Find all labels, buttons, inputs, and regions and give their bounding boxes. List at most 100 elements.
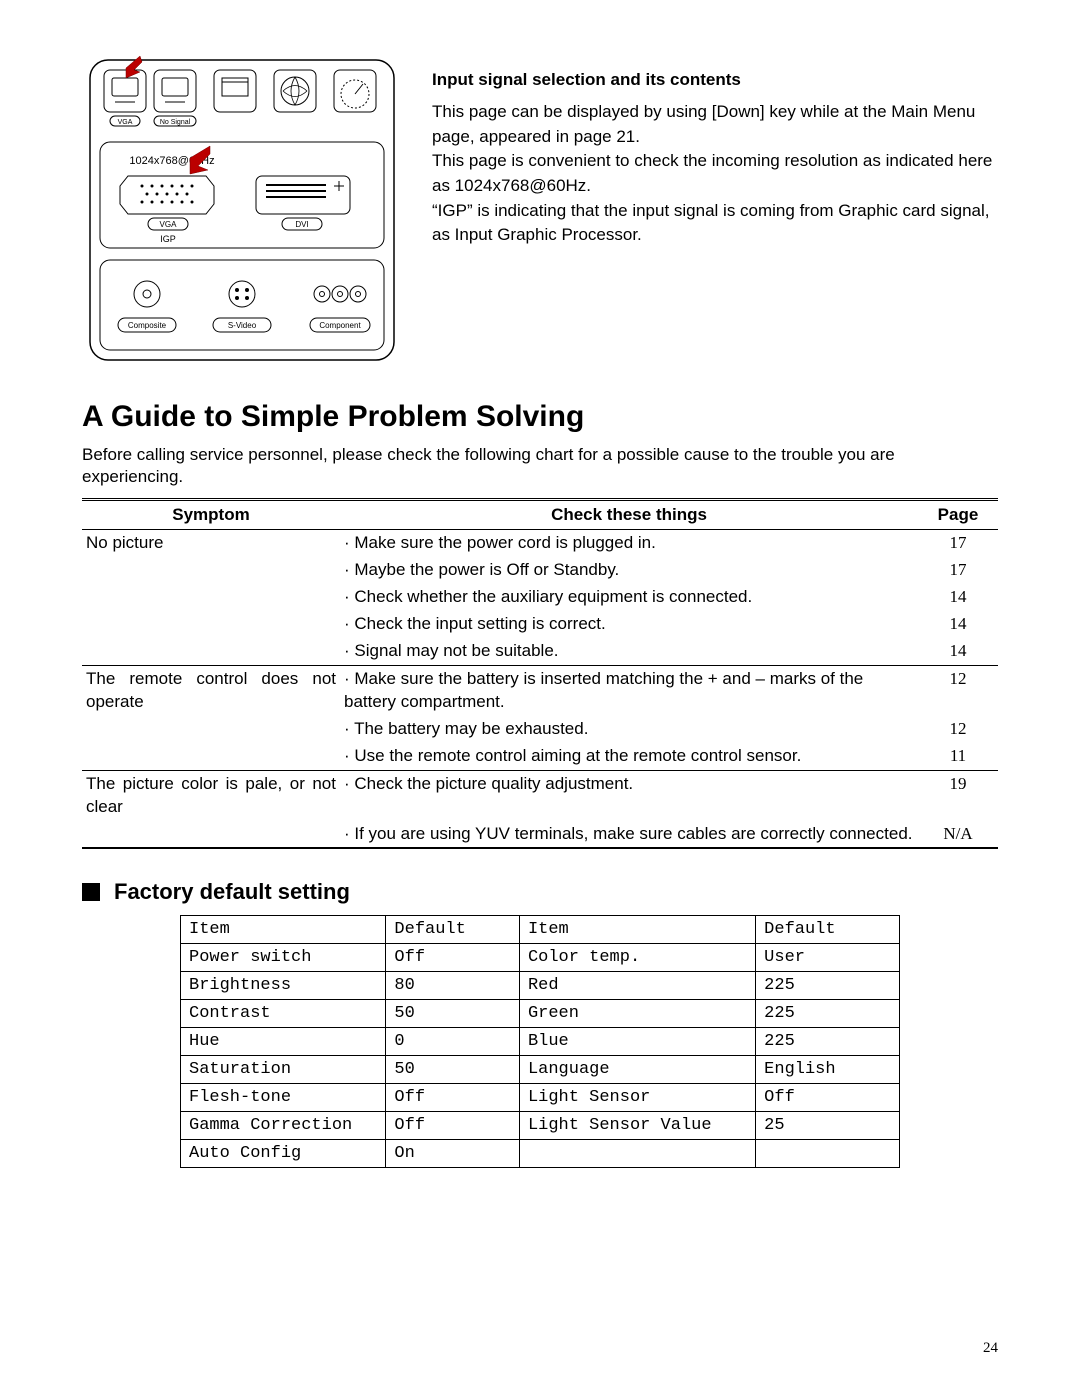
trouble-table: Symptom Check these things Page No pictu… — [82, 498, 998, 849]
def-val-l: 50 — [386, 1056, 520, 1084]
page-cell: 19 — [918, 770, 998, 820]
page-cell: N/A — [918, 821, 998, 849]
gauge-icon — [334, 70, 376, 112]
page-cell: 12 — [918, 716, 998, 743]
signal-para-1: This page can be displayed by using [Dow… — [432, 100, 998, 149]
symptom-cell — [82, 743, 340, 770]
def-val-r: User — [756, 944, 900, 972]
def-val-r: Off — [756, 1084, 900, 1112]
symptom-cell — [82, 821, 340, 849]
table-row: · Maybe the power is Off or Standby.17 — [82, 557, 998, 584]
def-val-r: 25 — [756, 1112, 900, 1140]
table-row: Brightness80Red225 — [181, 972, 900, 1000]
osd-diagram: VGA No Signal — [82, 50, 402, 370]
check-cell: · Make sure the power cord is plugged in… — [340, 530, 918, 557]
def-item-r: Green — [519, 1000, 755, 1028]
def-item-r: Blue — [519, 1028, 755, 1056]
def-val-l: Off — [386, 1112, 520, 1140]
table-row: · Signal may not be suitable.14 — [82, 638, 998, 665]
vga-label: VGA — [118, 119, 133, 126]
def-item-l: Saturation — [181, 1056, 386, 1084]
symptom-cell — [82, 584, 340, 611]
def-col-item-r: Item — [519, 916, 755, 944]
symptom-cell — [82, 611, 340, 638]
table-row: Power switchOffColor temp.User — [181, 944, 900, 972]
def-val-r: 225 — [756, 1028, 900, 1056]
dvi-port-label: DVI — [295, 220, 308, 229]
table-row: · Check whether the auxiliary equipment … — [82, 584, 998, 611]
table-row: Contrast50Green225 — [181, 1000, 900, 1028]
svideo-label: S-Video — [228, 321, 257, 330]
table-row: Saturation50LanguageEnglish — [181, 1056, 900, 1084]
window-icon — [214, 70, 256, 112]
def-item-r: Light Sensor — [519, 1084, 755, 1112]
def-col-item-l: Item — [181, 916, 386, 944]
def-item-l: Contrast — [181, 1000, 386, 1028]
check-cell: · Signal may not be suitable. — [340, 638, 918, 665]
top-row: VGA No Signal — [82, 50, 998, 370]
check-cell: · If you are using YUV terminals, make s… — [340, 821, 918, 849]
page-cell: 14 — [918, 638, 998, 665]
check-cell: · Use the remote control aiming at the r… — [340, 743, 918, 770]
table-row: Auto ConfigOn — [181, 1140, 900, 1168]
signal-para-2: This page is convenient to check the inc… — [432, 149, 998, 198]
signal-para-3: “IGP” is indicating that the input signa… — [432, 199, 998, 248]
page-cell: 11 — [918, 743, 998, 770]
def-item-r: Language — [519, 1056, 755, 1084]
def-item-l: Gamma Correction — [181, 1112, 386, 1140]
composite-label: Composite — [128, 321, 167, 330]
check-cell: · Maybe the power is Off or Standby. — [340, 557, 918, 584]
def-val-l: On — [386, 1140, 520, 1168]
square-bullet-icon — [82, 883, 100, 901]
check-cell: · Check whether the auxiliary equipment … — [340, 584, 918, 611]
page-number: 24 — [983, 1340, 998, 1357]
document-page: VGA No Signal — [0, 0, 1080, 1397]
page-title: A Guide to Simple Problem Solving — [82, 400, 998, 434]
side-text: Input signal selection and its contents … — [432, 50, 998, 248]
check-cell: · Check the picture quality adjustment. — [340, 770, 918, 820]
def-item-l: Flesh-tone — [181, 1084, 386, 1112]
page-cell: 17 — [918, 557, 998, 584]
nosig-label: No Signal — [160, 119, 191, 126]
def-item-l: Auto Config — [181, 1140, 386, 1168]
def-val-l: Off — [386, 1084, 520, 1112]
col-page: Page — [918, 500, 998, 530]
col-check: Check these things — [340, 500, 918, 530]
def-val-l: Off — [386, 944, 520, 972]
table-row: Gamma CorrectionOffLight Sensor Value25 — [181, 1112, 900, 1140]
defaults-heading: Factory default setting — [82, 879, 998, 905]
symptom-cell: The remote control does not operate — [82, 665, 340, 715]
check-cell: · Make sure the battery is inserted matc… — [340, 665, 918, 715]
def-val-l: 0 — [386, 1028, 520, 1056]
col-symptom: Symptom — [82, 500, 340, 530]
signal-section-header: Input signal selection and its contents — [432, 70, 998, 90]
table-row: Flesh-toneOffLight SensorOff — [181, 1084, 900, 1112]
def-item-r: Color temp. — [519, 944, 755, 972]
def-val-r: 225 — [756, 972, 900, 1000]
table-row: · Use the remote control aiming at the r… — [82, 743, 998, 770]
def-val-l: 50 — [386, 1000, 520, 1028]
symptom-cell — [82, 557, 340, 584]
table-row: The picture color is pale, or not clear·… — [82, 770, 998, 820]
def-item-r: Red — [519, 972, 755, 1000]
page-cell: 12 — [918, 665, 998, 715]
component-jack-icon: Component — [310, 286, 370, 332]
table-row: Hue0Blue225 — [181, 1028, 900, 1056]
table-row: · The battery may be exhausted.12 — [82, 716, 998, 743]
igp-label: IGP — [160, 234, 176, 244]
table-row: · Check the input setting is correct.14 — [82, 611, 998, 638]
table-row: The remote control does not operate· Mak… — [82, 665, 998, 715]
page-cell: 14 — [918, 584, 998, 611]
def-val-r: 225 — [756, 1000, 900, 1028]
composite-jack-icon: Composite — [118, 281, 176, 332]
symptom-cell — [82, 638, 340, 665]
icon-row: VGA No Signal — [104, 56, 376, 126]
check-cell: · The battery may be exhausted. — [340, 716, 918, 743]
monitor-b-icon: No Signal — [154, 70, 196, 126]
def-item-l: Brightness — [181, 972, 386, 1000]
page-cell: 17 — [918, 530, 998, 557]
table-row: No picture· Make sure the power cord is … — [82, 530, 998, 557]
def-val-r — [756, 1140, 900, 1168]
svideo-jack-icon: S-Video — [213, 281, 271, 332]
monitor-a-icon: VGA — [104, 56, 146, 126]
